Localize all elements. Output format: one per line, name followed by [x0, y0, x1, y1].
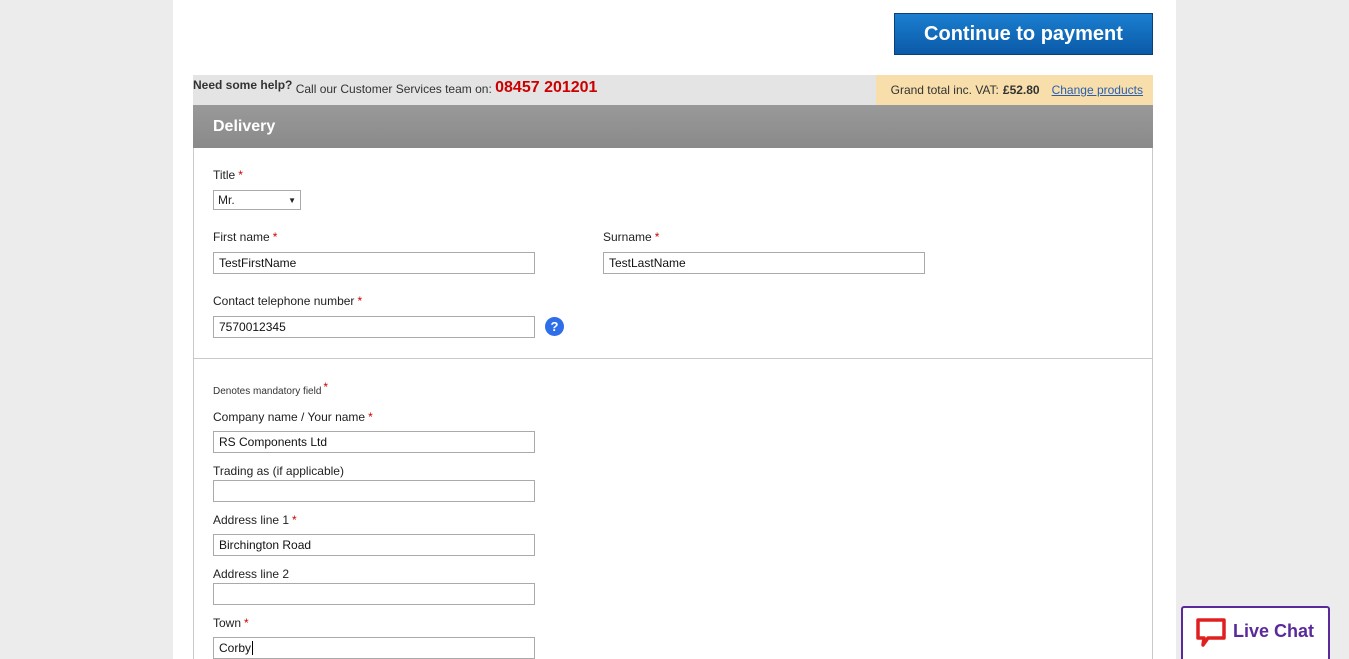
required-marker: * — [323, 380, 329, 394]
title-select[interactable]: Mr. ▼ — [213, 190, 301, 210]
required-marker: * — [654, 230, 660, 244]
live-chat-button[interactable]: Live Chat — [1181, 606, 1330, 659]
surname-label: Surname * — [603, 230, 660, 244]
company-label: Company name / Your name * — [213, 410, 373, 424]
surname-input[interactable]: TestLastName — [603, 252, 925, 274]
address-line-2-label: Address line 2 — [213, 567, 290, 581]
customer-service-phone: 08457 201201 — [495, 79, 598, 96]
delivery-section-header: Delivery — [193, 105, 1153, 148]
checkout-page: Continue to payment Need some help? Call… — [173, 0, 1176, 659]
chat-bubble-icon — [1196, 618, 1226, 647]
company-input[interactable]: RS Components Ltd — [213, 431, 535, 453]
town-input[interactable]: Corby — [213, 637, 535, 659]
address-panel: Denotes mandatory field * Company name / … — [193, 358, 1153, 659]
first-name-label: First name * — [213, 230, 278, 244]
address-line-2-input[interactable] — [213, 583, 535, 605]
town-label: Town * — [213, 616, 249, 630]
live-chat-label: Live Chat — [1233, 621, 1315, 641]
trading-as-input[interactable] — [213, 480, 535, 502]
required-marker: * — [292, 513, 297, 527]
contact-panel: Title * Mr. ▼ First name * TestFirstName S… — [193, 148, 1153, 359]
trading-as-label: Trading as (if applicable) — [213, 464, 344, 478]
dropdown-arrow-icon: ▼ — [288, 195, 296, 205]
required-marker: * — [368, 410, 373, 424]
town-input-value: Corby — [219, 641, 252, 655]
required-marker: * — [244, 616, 249, 630]
telephone-label: Contact telephone number * — [213, 294, 363, 308]
help-bar: Need some help? Call our Customer Servic… — [193, 75, 1153, 105]
change-products-link[interactable]: Change products — [1052, 83, 1143, 97]
address-line-1-label: Address line 1 * — [213, 513, 297, 527]
required-marker: * — [357, 294, 363, 308]
first-name-input[interactable]: TestFirstName — [213, 252, 535, 274]
mandatory-note: Denotes mandatory field * — [213, 380, 329, 397]
grand-total-value: £52.80 — [1002, 83, 1040, 97]
continue-to-payment-button[interactable]: Continue to payment — [894, 13, 1153, 55]
help-text: Need some help? Call our Customer Servic… — [193, 75, 598, 96]
required-marker: * — [238, 168, 243, 182]
grand-total-box: Grand total inc. VAT: £52.80 Change prod… — [876, 75, 1153, 105]
grand-total-label: Grand total inc. VAT: — [890, 83, 999, 97]
required-marker: * — [272, 230, 278, 244]
question-mark-icon[interactable]: ? — [545, 317, 564, 336]
address-line-1-input[interactable]: Birchington Road — [213, 534, 535, 556]
telephone-input[interactable]: 7570012345 — [213, 316, 535, 338]
title-label: Title * — [213, 168, 243, 182]
title-select-value: Mr. — [218, 193, 235, 207]
text-cursor — [252, 641, 254, 655]
need-help-label: Need some help? — [193, 78, 293, 92]
call-text: Call our Customer Services team on: — [295, 82, 492, 96]
